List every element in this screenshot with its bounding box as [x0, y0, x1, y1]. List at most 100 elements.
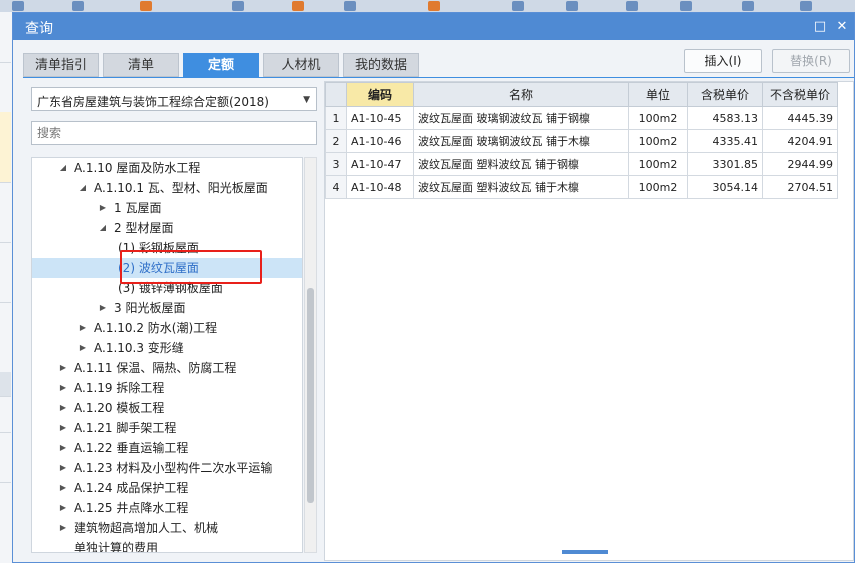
cell-name[interactable]: 波纹瓦屋面 玻璃钢波纹瓦 铺于木檩: [413, 129, 629, 153]
panel-splitter-handle[interactable]: [562, 550, 608, 554]
expand-icon[interactable]: ▶: [58, 378, 68, 398]
column-header-code[interactable]: 编码: [346, 82, 414, 107]
table-row[interactable]: 4 A1-10-48 波纹瓦屋面 塑料波纹瓦 铺于木檩 100m2 3054.1…: [325, 175, 838, 199]
tree-node-label: A.1.10 屋面及防水工程: [74, 161, 201, 175]
collapse-icon[interactable]: ◢: [78, 178, 88, 198]
cell-name[interactable]: 波纹瓦屋面 玻璃钢波纹瓦 铺于钢檩: [413, 106, 629, 130]
tree-node-label: 建筑物超高增加人工、机械: [74, 521, 219, 535]
expand-icon[interactable]: ▶: [58, 478, 68, 498]
tab-bill[interactable]: 清单: [103, 53, 179, 77]
cell-code[interactable]: A1-10-46: [346, 129, 414, 153]
tree-node-label: A.1.25 井点降水工程: [74, 501, 189, 515]
row-number: 3: [325, 152, 347, 176]
quota-library-select[interactable]: 广东省房屋建筑与装饰工程综合定额(2018) ▼: [31, 87, 317, 111]
tree-node[interactable]: ▶ A.1.10.2 防水(潮)工程: [32, 318, 302, 338]
cell-code[interactable]: A1-10-48: [346, 175, 414, 199]
tree-node[interactable]: ▶ 1 瓦屋面: [32, 198, 302, 218]
tree-node[interactable]: 单独计算的费用: [32, 538, 302, 552]
cell-name[interactable]: 波纹瓦屋面 塑料波纹瓦 铺于木檩: [413, 175, 629, 199]
toolbar-icon: [140, 1, 152, 11]
insert-button[interactable]: 插入(I): [684, 49, 762, 73]
expand-icon[interactable]: ▶: [58, 458, 68, 478]
tree-node[interactable]: ▶ A.1.22 垂直运输工程: [32, 438, 302, 458]
toolbar-icon: [742, 1, 754, 11]
quota-browser: 广东省房屋建筑与装饰工程综合定额(2018) ▼ ◢ A.1.10 屋面及防水工程…: [27, 81, 317, 553]
expand-icon[interactable]: ▶: [58, 418, 68, 438]
replace-button[interactable]: 替换(R): [772, 49, 850, 73]
row-number: 2: [325, 129, 347, 153]
toolbar-icon: [800, 1, 812, 11]
expand-icon[interactable]: ▶: [58, 398, 68, 418]
dialog-titlebar[interactable]: 查询 □ ✕: [13, 13, 854, 40]
toolbar-icon: [12, 1, 24, 11]
table-row[interactable]: 3 A1-10-47 波纹瓦屋面 塑料波纹瓦 铺于钢檩 100m2 3301.8…: [325, 152, 838, 176]
cell-name[interactable]: 波纹瓦屋面 塑料波纹瓦 铺于钢檩: [413, 152, 629, 176]
results-table: 编码 名称 单位 含税单价 不含税单价 1 A1-10-45 波纹瓦屋面 玻璃钢…: [325, 82, 838, 199]
tree-node-label: A.1.11 保温、隔热、防腐工程: [74, 361, 237, 375]
tree-node-label: 1 瓦屋面: [114, 201, 162, 215]
tree-node-label: 2 型材屋面: [114, 221, 174, 235]
cell-code[interactable]: A1-10-47: [346, 152, 414, 176]
tree-node[interactable]: ▶ A.1.11 保温、隔热、防腐工程: [32, 358, 302, 378]
tree-node[interactable]: ◢ A.1.10 屋面及防水工程: [32, 158, 302, 178]
expand-icon[interactable]: ▶: [98, 298, 108, 318]
tab-bill-guide[interactable]: 清单指引: [23, 53, 99, 77]
tree-scrollbar[interactable]: [304, 157, 317, 553]
toolbar-icon: [626, 1, 638, 11]
collapse-icon[interactable]: ◢: [98, 218, 108, 238]
column-header-rownum: [325, 82, 347, 107]
table-row[interactable]: 1 A1-10-45 波纹瓦屋面 玻璃钢波纹瓦 铺于钢檩 100m2 4583.…: [325, 106, 838, 130]
cell-unit[interactable]: 100m2: [628, 129, 688, 153]
tab-labor-material-machine[interactable]: 人材机: [263, 53, 339, 77]
cell-pretax-price[interactable]: 4204.91: [762, 129, 838, 153]
column-header-tax-price[interactable]: 含税单价: [687, 82, 763, 107]
tree-node[interactable]: ▶ A.1.21 脚手架工程: [32, 418, 302, 438]
tab-quota[interactable]: 定额: [183, 53, 259, 77]
cell-code[interactable]: A1-10-45: [346, 106, 414, 130]
tree-node[interactable]: ▶ A.1.23 材料及小型构件二次水平运输: [32, 458, 302, 478]
expand-icon[interactable]: ▶: [58, 358, 68, 378]
expand-icon[interactable]: ▶: [78, 318, 88, 338]
close-icon[interactable]: ✕: [834, 19, 850, 34]
cell-tax-price[interactable]: 3054.14: [687, 175, 763, 199]
cell-pretax-price[interactable]: 2704.51: [762, 175, 838, 199]
expand-icon[interactable]: ▶: [58, 498, 68, 518]
tree-node[interactable]: ◢ A.1.10.1 瓦、型材、阳光板屋面: [32, 178, 302, 198]
column-header-name[interactable]: 名称: [413, 82, 629, 107]
column-header-pretax-price[interactable]: 不含税单价: [762, 82, 838, 107]
tree-node-label: A.1.22 垂直运输工程: [74, 441, 189, 455]
cell-tax-price[interactable]: 4335.41: [687, 129, 763, 153]
scrollbar-thumb[interactable]: [307, 288, 314, 503]
cell-unit[interactable]: 100m2: [628, 175, 688, 199]
cell-tax-price[interactable]: 4583.13: [687, 106, 763, 130]
collapse-icon[interactable]: ◢: [58, 158, 68, 178]
tree-node[interactable]: ▶ A.1.19 拆除工程: [32, 378, 302, 398]
expand-icon[interactable]: ▶: [58, 438, 68, 458]
table-row[interactable]: 2 A1-10-46 波纹瓦屋面 玻璃钢波纹瓦 铺于木檩 100m2 4335.…: [325, 129, 838, 153]
cell-pretax-price[interactable]: 2944.99: [762, 152, 838, 176]
tree-node-label: A.1.23 材料及小型构件二次水平运输: [74, 461, 273, 475]
toolbar-icon: [72, 1, 84, 11]
tree-node[interactable]: ▶ 建筑物超高增加人工、机械: [32, 518, 302, 538]
tree-node-label: A.1.19 拆除工程: [74, 381, 165, 395]
tree-node[interactable]: ▶ A.1.24 成品保护工程: [32, 478, 302, 498]
expand-icon[interactable]: ▶: [58, 518, 68, 538]
tab-my-data[interactable]: 我的数据: [343, 53, 419, 77]
tree-node[interactable]: ▶ A.1.20 模板工程: [32, 398, 302, 418]
cell-tax-price[interactable]: 3301.85: [687, 152, 763, 176]
tree-node[interactable]: ◢ 2 型材屋面: [32, 218, 302, 238]
toolbar-icon: [428, 1, 440, 11]
tree-node[interactable]: ▶ 3 阳光板屋面: [32, 298, 302, 318]
column-header-unit[interactable]: 单位: [628, 82, 688, 107]
expand-icon[interactable]: ▶: [98, 198, 108, 218]
search-input[interactable]: [31, 121, 317, 145]
tree-node[interactable]: ▶ A.1.25 井点降水工程: [32, 498, 302, 518]
toolbar-icon: [232, 1, 244, 11]
cell-unit[interactable]: 100m2: [628, 106, 688, 130]
maximize-icon[interactable]: □: [812, 19, 828, 34]
expand-icon[interactable]: ▶: [78, 338, 88, 358]
cell-pretax-price[interactable]: 4445.39: [762, 106, 838, 130]
tree-node-label: A.1.20 模板工程: [74, 401, 165, 415]
tree-node[interactable]: ▶ A.1.10.3 变形缝: [32, 338, 302, 358]
cell-unit[interactable]: 100m2: [628, 152, 688, 176]
